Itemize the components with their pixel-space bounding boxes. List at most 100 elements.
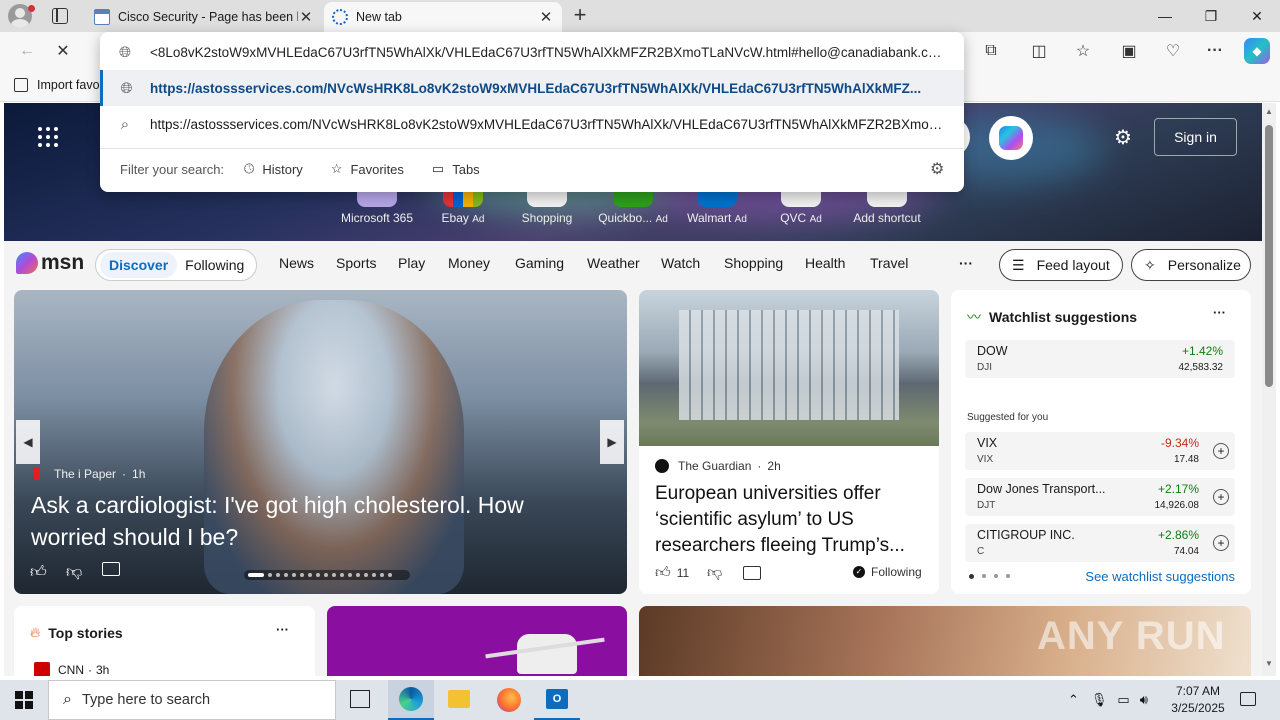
following-badge[interactable]: ✓ Following — [853, 565, 922, 579]
address-input-row[interactable]: 🌐︎ <8Lo8vK2stoW9xMVHLEdaC67U3rfTN5WhAlXk… — [100, 33, 964, 71]
favorites-star-icon[interactable]: ☆ — [1070, 38, 1096, 64]
copilot-icon[interactable]: ◆ — [1244, 38, 1270, 64]
feature-story-card[interactable]: ANY RUN — [639, 606, 1251, 676]
tab-actions-icon[interactable] — [52, 8, 68, 24]
start-button[interactable] — [0, 680, 48, 720]
tab-following[interactable]: Following — [177, 252, 252, 278]
side-headline[interactable]: European universities offer ‘scientific … — [655, 481, 927, 559]
new-tab-button[interactable]: + — [568, 4, 592, 28]
like-icon: 👍︎ — [655, 564, 671, 581]
scrollbar-track[interactable]: ▲ ▼ — [1262, 103, 1276, 676]
drone-ad-card[interactable] — [327, 606, 627, 676]
comment-icon[interactable] — [102, 562, 120, 576]
add-to-watchlist-icon[interactable]: + — [1213, 489, 1229, 505]
side-story-card[interactable]: The Guardian · 2h European universities … — [639, 290, 939, 594]
stock-row-vix[interactable]: VIX VIX -9.34% 17.48 + — [965, 432, 1235, 470]
tabs-filter[interactable]: ▭ Tabs — [432, 161, 480, 177]
split-screen-icon[interactable]: ◫ — [1026, 38, 1052, 64]
nav-watch[interactable]: Watch — [661, 255, 700, 271]
personalize-button[interactable]: ✧ Personalize — [1131, 249, 1251, 281]
import-label: Import favo — [37, 78, 100, 92]
restore-button[interactable]: ❐ — [1188, 0, 1234, 32]
tab-cisco-security[interactable]: Cisco Security - Page has been bl ✕ — [86, 2, 322, 32]
task-view-icon[interactable] — [350, 690, 370, 708]
close-tab-icon[interactable]: ✕ — [298, 8, 314, 26]
performance-icon[interactable]: ♡ — [1160, 38, 1186, 64]
search-settings-icon[interactable]: ⚙ — [930, 159, 944, 179]
favorites-filter[interactable]: ☆ Favorites — [331, 161, 404, 177]
apps-grid-icon[interactable] — [38, 127, 58, 147]
personalize-label: Personalize — [1167, 257, 1241, 273]
comment-off-icon[interactable] — [743, 566, 761, 580]
shortcut-label: Shopping — [521, 211, 573, 225]
notifications-icon[interactable] — [1240, 692, 1256, 706]
stock-row-dow[interactable]: DOW DJI +1.42% 42,583.32 — [965, 340, 1235, 378]
firefox-icon[interactable] — [497, 688, 521, 712]
chevron-up-icon[interactable]: ⌃ — [1068, 692, 1079, 708]
volume-icon[interactable]: 🔊︎ — [1140, 692, 1148, 708]
stock-row-djt[interactable]: Dow Jones Transport... DJT +2.17% 14,926… — [965, 478, 1235, 516]
copilot-button[interactable] — [989, 116, 1033, 160]
clock[interactable]: 7:07 AM 3/25/2025 — [1160, 683, 1236, 717]
main-story-card[interactable]: ◀ ▶ The i Paper · 1h Ask a cardiologist:… — [14, 290, 627, 594]
stop-loading-icon[interactable]: ✕ — [50, 38, 76, 64]
watchlist-pager-dots[interactable] — [969, 574, 1010, 579]
scroll-up-icon[interactable]: ▲ — [1265, 107, 1273, 116]
like-icon[interactable]: 👍︎ — [30, 563, 47, 582]
suggestion-item[interactable]: 🌐︎ https://astossservices.com/NVcWsHRK8L… — [100, 70, 964, 106]
tab-discover[interactable]: Discover — [100, 252, 178, 278]
prev-arrow-button[interactable]: ◀ — [16, 420, 40, 464]
msn-logo[interactable]: msn — [16, 251, 84, 275]
top-story-source[interactable]: CNN · 3h — [34, 662, 109, 676]
globe-icon: 🌐︎ — [118, 43, 131, 61]
settings-more-icon[interactable]: ··· — [1202, 38, 1228, 64]
taskbar-search-box[interactable]: ⌕ Type here to search — [48, 680, 336, 720]
close-window-button[interactable]: ✕ — [1234, 0, 1280, 32]
nav-news[interactable]: News — [279, 255, 314, 271]
see-watchlist-link[interactable]: See watchlist suggestions — [1085, 569, 1235, 584]
back-icon[interactable]: ← — [14, 38, 40, 64]
carousel-dots[interactable] — [244, 570, 410, 580]
scroll-down-icon[interactable]: ▼ — [1265, 659, 1273, 668]
history-filter[interactable]: 🕓︎ History — [244, 161, 303, 177]
sign-in-button[interactable]: Sign in — [1154, 118, 1237, 156]
next-arrow-button[interactable]: ▶ — [600, 420, 624, 464]
nav-gaming[interactable]: Gaming — [515, 255, 564, 271]
extensions-icon[interactable]: ⧉ — [978, 38, 1004, 64]
close-tab-icon[interactable]: ✕ — [538, 8, 554, 26]
scrollbar-thumb[interactable] — [1265, 125, 1273, 387]
dislike-icon[interactable]: 👎︎ — [707, 564, 722, 582]
dislike-icon[interactable]: 👎︎ — [66, 563, 82, 582]
import-favorites-item[interactable]: Import favo — [14, 78, 100, 92]
nav-weather[interactable]: Weather — [587, 255, 640, 271]
suggestion-item[interactable]: ⌕ https://astossservices.com/NVcWsHRK8Lo… — [100, 106, 964, 142]
address-input[interactable]: <8Lo8vK2stoW9xMVHLEdaC67U3rfTN5WhAlXk/VH… — [150, 45, 964, 60]
file-explorer-icon[interactable] — [448, 690, 470, 708]
stock-row-citigroup[interactable]: CITIGROUP INC. C +2.86% 74.04 + — [965, 524, 1235, 562]
nav-play[interactable]: Play — [398, 255, 425, 271]
nav-sports[interactable]: Sports — [336, 255, 376, 271]
story-source[interactable]: The i Paper · 1h — [34, 467, 145, 481]
watchlist-more-button[interactable]: ··· — [1213, 305, 1226, 320]
main-headline[interactable]: Ask a cardiologist: I've got high choles… — [31, 489, 601, 553]
collections-icon[interactable]: ▣ — [1116, 38, 1142, 64]
like-button[interactable]: 👍︎ 11 — [655, 564, 689, 582]
page-settings-icon[interactable]: ⚙ — [1114, 125, 1132, 150]
outlook-icon[interactable]: O — [534, 680, 580, 720]
nav-health[interactable]: Health — [805, 255, 845, 271]
nav-shopping[interactable]: Shopping — [724, 255, 783, 271]
add-to-watchlist-icon[interactable]: + — [1213, 443, 1229, 459]
nav-more[interactable]: ··· — [959, 255, 973, 271]
tab-new-tab[interactable]: New tab ✕ — [324, 2, 562, 32]
edge-taskbar-icon[interactable] — [388, 680, 434, 720]
meeting-icon[interactable]: 🎙︎ — [1091, 692, 1108, 708]
network-icon[interactable]: ▭ — [1117, 692, 1129, 708]
nav-money[interactable]: Money — [448, 255, 490, 271]
add-to-watchlist-icon[interactable]: + — [1213, 535, 1229, 551]
feed-layout-button[interactable]: ☰ Feed layout — [999, 249, 1123, 281]
watchlist-header: 〰 Watchlist suggestions — [967, 307, 1137, 327]
story-source[interactable]: The Guardian · 2h — [655, 459, 781, 473]
minimize-button[interactable]: — — [1142, 0, 1188, 32]
nav-travel[interactable]: Travel — [870, 255, 908, 271]
top-stories-more-button[interactable]: ··· — [276, 622, 289, 637]
